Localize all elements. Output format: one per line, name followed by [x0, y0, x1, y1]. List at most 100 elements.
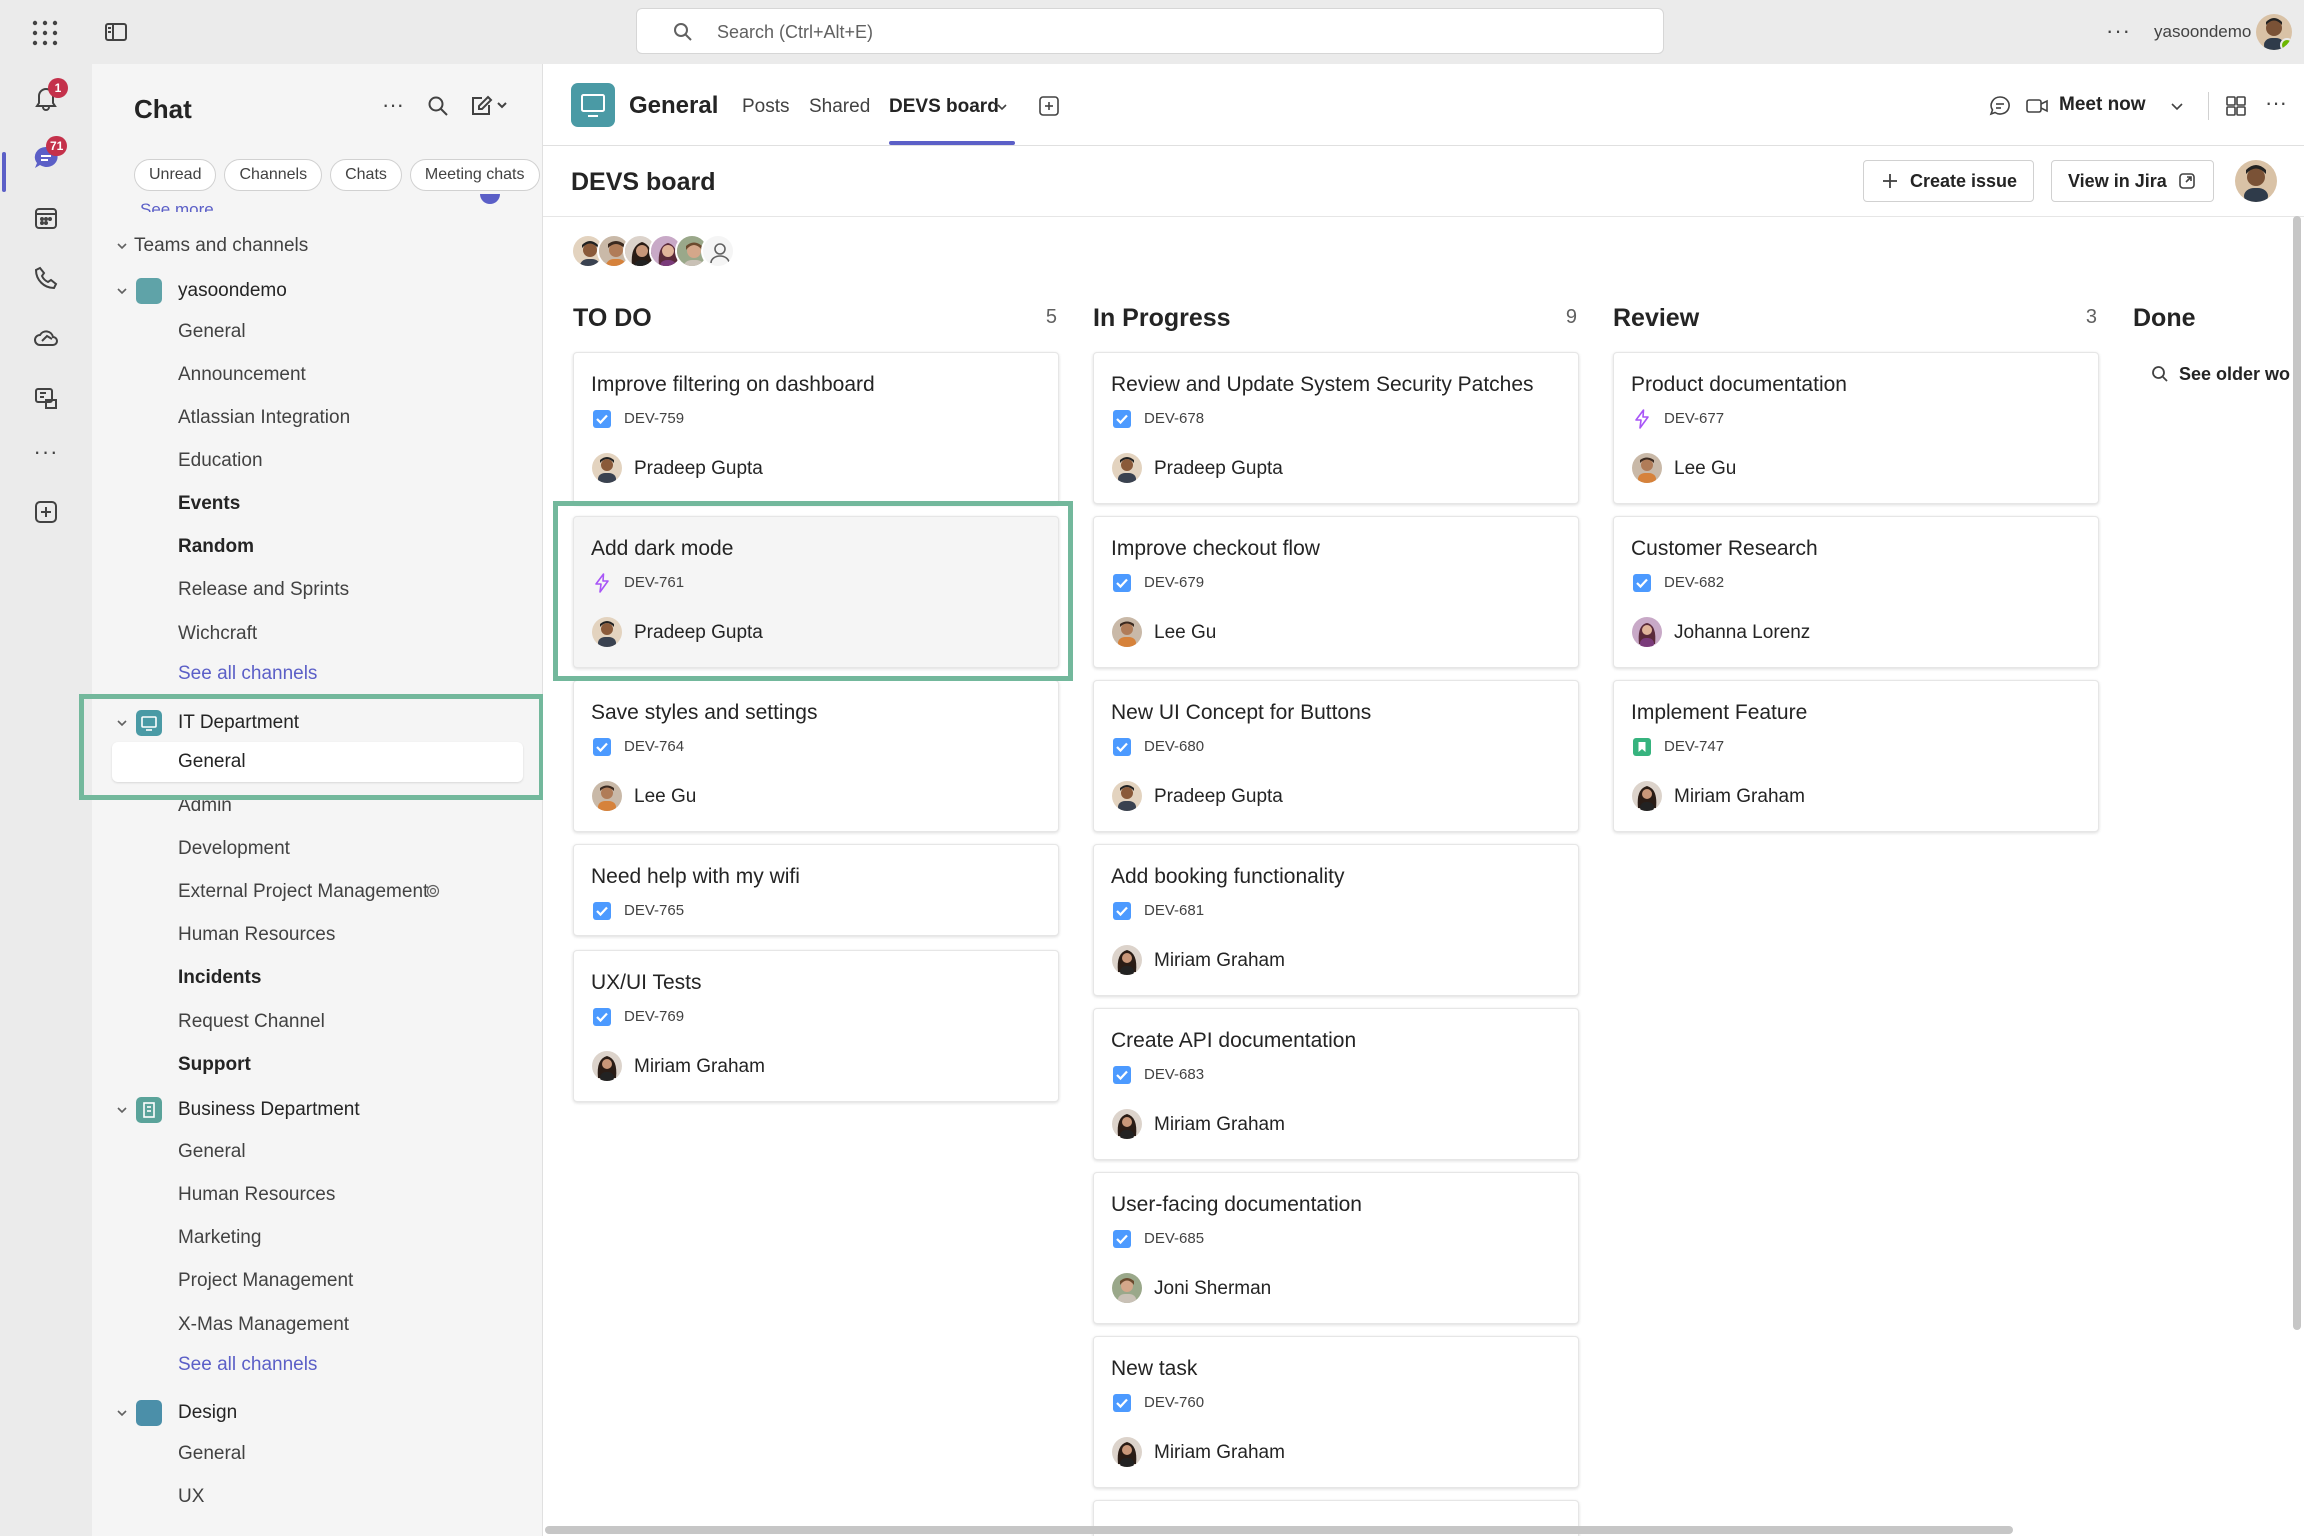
- issue-card[interactable]: Need help with my wifi DEV-765: [573, 844, 1059, 936]
- conversation-icon[interactable]: [1988, 94, 2012, 118]
- channel-label: Request Channel: [178, 1011, 325, 1032]
- issue-card[interactable]: Save styles and settings DEV-764 Lee Gu: [573, 680, 1059, 832]
- channel-general[interactable]: General: [92, 312, 542, 352]
- channel-more-icon[interactable]: ···: [2265, 90, 2289, 115]
- vertical-scrollbar[interactable]: [2293, 216, 2301, 1330]
- issue-card[interactable]: Add booking functionality DEV-681 Miriam G…: [1093, 844, 1579, 996]
- issue-card[interactable]: Review and Update System Security Patche…: [1093, 352, 1579, 504]
- see-older-link[interactable]: See older wo: [2151, 364, 2290, 385]
- issue-title: Product documentation: [1631, 373, 1847, 396]
- sidebar-toggle-icon[interactable]: [104, 21, 128, 43]
- issue-key: DEV-681: [1144, 902, 1205, 919]
- filter-meeting-chats[interactable]: Meeting chats: [409, 159, 540, 191]
- task-type-icon: [592, 737, 612, 757]
- see-all-channels-link[interactable]: See all channels: [92, 654, 542, 694]
- channel-name: General: [629, 92, 719, 119]
- meet-now-chevron-icon[interactable]: [2169, 98, 2185, 114]
- channel-marketing[interactable]: Marketing: [92, 1218, 542, 1258]
- active-tab-underline: [889, 141, 1015, 145]
- issue-card[interactable]: New UI Concept for Buttons DEV-680 Pradeep…: [1093, 680, 1579, 832]
- filter-chats[interactable]: Chats: [330, 159, 402, 191]
- more-apps[interactable]: ···: [0, 424, 92, 480]
- app-launcher-icon[interactable]: [32, 20, 58, 46]
- filter-channels[interactable]: Channels: [224, 159, 323, 191]
- issue-card[interactable]: Customer Research DEV-682 Johanna Lorenz: [1613, 516, 2099, 668]
- epic-type-icon: [1632, 409, 1652, 429]
- team-business-department[interactable]: Business Department: [92, 1090, 542, 1130]
- apps-layout-icon[interactable]: [2224, 94, 2248, 118]
- issue-card[interactable]: Improve filtering on dashboard DEV-759 Pra…: [573, 352, 1059, 504]
- chat-more-icon[interactable]: ···: [382, 92, 408, 118]
- channel-label: External Project Management: [178, 881, 429, 902]
- new-chat-icon[interactable]: [468, 94, 508, 120]
- channel-development[interactable]: Development: [92, 829, 542, 869]
- team-yasoondemo[interactable]: yasoondemo: [92, 271, 542, 311]
- issue-title: Create API documentation: [1111, 1029, 1357, 1052]
- unassigned-person-icon[interactable]: [701, 234, 735, 268]
- chat-search-icon[interactable]: [426, 94, 452, 120]
- channel-label: General: [178, 1443, 246, 1464]
- add-app[interactable]: [0, 484, 92, 540]
- calls-app[interactable]: [0, 250, 92, 306]
- issue-card[interactable]: Create API documentation DEV-683 Miriam Gr…: [1093, 1008, 1579, 1160]
- channel-events[interactable]: Events: [92, 484, 542, 524]
- channel-incidents[interactable]: Incidents: [92, 958, 542, 998]
- see-more-link[interactable]: See more: [140, 200, 214, 212]
- issue-card[interactable]: Improve checkout flow DEV-679 Lee Gu: [1093, 516, 1579, 668]
- channel-announcement[interactable]: Announcement: [92, 355, 542, 395]
- see-all-channels-link[interactable]: See all channels: [92, 1345, 542, 1385]
- monitor-channel-icon: [571, 83, 615, 127]
- channel-human-resources[interactable]: Human Resources: [92, 915, 542, 955]
- channel-human-resources[interactable]: Human Resources: [92, 1175, 542, 1215]
- see-older-label: See older wo: [2179, 364, 2291, 384]
- channel-atlassian-integration[interactable]: Atlassian Integration: [92, 398, 542, 438]
- channel-request-channel[interactable]: Request Channel: [92, 1002, 542, 1042]
- view-in-jira-button[interactable]: View in Jira: [2051, 160, 2214, 202]
- channel-ux[interactable]: UX: [92, 1477, 542, 1517]
- channel-general[interactable]: General: [92, 1132, 542, 1172]
- team-avatar-icon: [136, 1400, 162, 1426]
- horizontal-scrollbar[interactable]: [545, 1526, 2013, 1534]
- issue-card[interactable]: Product documentation DEV-677 Lee Gu: [1613, 352, 2099, 504]
- team-design[interactable]: Design: [92, 1393, 542, 1433]
- account-avatar[interactable]: [2256, 14, 2292, 50]
- channel-wichcraft[interactable]: Wichcraft: [92, 614, 542, 654]
- issue-card[interactable]: Implement Feature DEV-747 Miriam Graham: [1613, 680, 2099, 832]
- assignee-name: Johanna Lorenz: [1674, 622, 1811, 643]
- account-name[interactable]: yasoondemo: [2154, 22, 2251, 42]
- chat-app[interactable]: 71: [0, 130, 92, 186]
- add-tab-icon[interactable]: [1037, 94, 1061, 118]
- channel-project-management[interactable]: Project Management: [92, 1261, 542, 1301]
- create-issue-button[interactable]: Create issue: [1863, 160, 2035, 202]
- channel-random[interactable]: Random: [92, 527, 542, 567]
- channel-support[interactable]: Support: [92, 1045, 542, 1085]
- tab-devs-board[interactable]: DEVS board: [889, 96, 999, 118]
- settings-more-icon[interactable]: ···: [2106, 18, 2131, 44]
- channel-external-project-management[interactable]: External Project Management: [92, 872, 542, 912]
- issue-card[interactable]: New task DEV-760 Miriam Graham: [1093, 1336, 1579, 1488]
- video-camera-icon[interactable]: [2025, 94, 2049, 118]
- channel-education[interactable]: Education: [92, 441, 542, 481]
- board-user-avatar[interactable]: [2235, 160, 2277, 202]
- issue-card[interactable]: UX/UI Tests DEV-769 Miriam Graham: [573, 950, 1059, 1102]
- title-bar: Search (Ctrl+Alt+E) ··· yasoondemo: [0, 0, 2304, 64]
- app-rail: 1 71 ···: [0, 64, 92, 1536]
- channel-x-mas-management[interactable]: X-Mas Management: [92, 1305, 542, 1345]
- tab-posts[interactable]: Posts: [742, 96, 790, 118]
- meet-now-button[interactable]: Meet now: [2059, 94, 2146, 116]
- filter-unread[interactable]: Unread: [134, 159, 217, 191]
- search-box[interactable]: Search (Ctrl+Alt+E): [636, 8, 1664, 54]
- teams-and-channels-header[interactable]: Teams and channels: [92, 226, 542, 266]
- channel-release-and-sprints[interactable]: Release and Sprints: [92, 570, 542, 610]
- channel-label: X-Mas Management: [178, 1314, 350, 1335]
- tab-shared[interactable]: Shared: [809, 96, 870, 118]
- channel-general[interactable]: General: [92, 1434, 542, 1474]
- activity-app[interactable]: 1: [0, 70, 92, 126]
- issue-card[interactable]: User-facing documentation DEV-685 Joni She…: [1093, 1172, 1579, 1324]
- jira-app[interactable]: [0, 370, 92, 426]
- chevron-down-icon[interactable]: [995, 100, 1009, 114]
- assignee-name: Pradeep Gupta: [1154, 786, 1283, 807]
- onedrive-app[interactable]: [0, 310, 92, 366]
- calendar-app[interactable]: [0, 190, 92, 246]
- channel-label: Announcement: [178, 364, 306, 385]
